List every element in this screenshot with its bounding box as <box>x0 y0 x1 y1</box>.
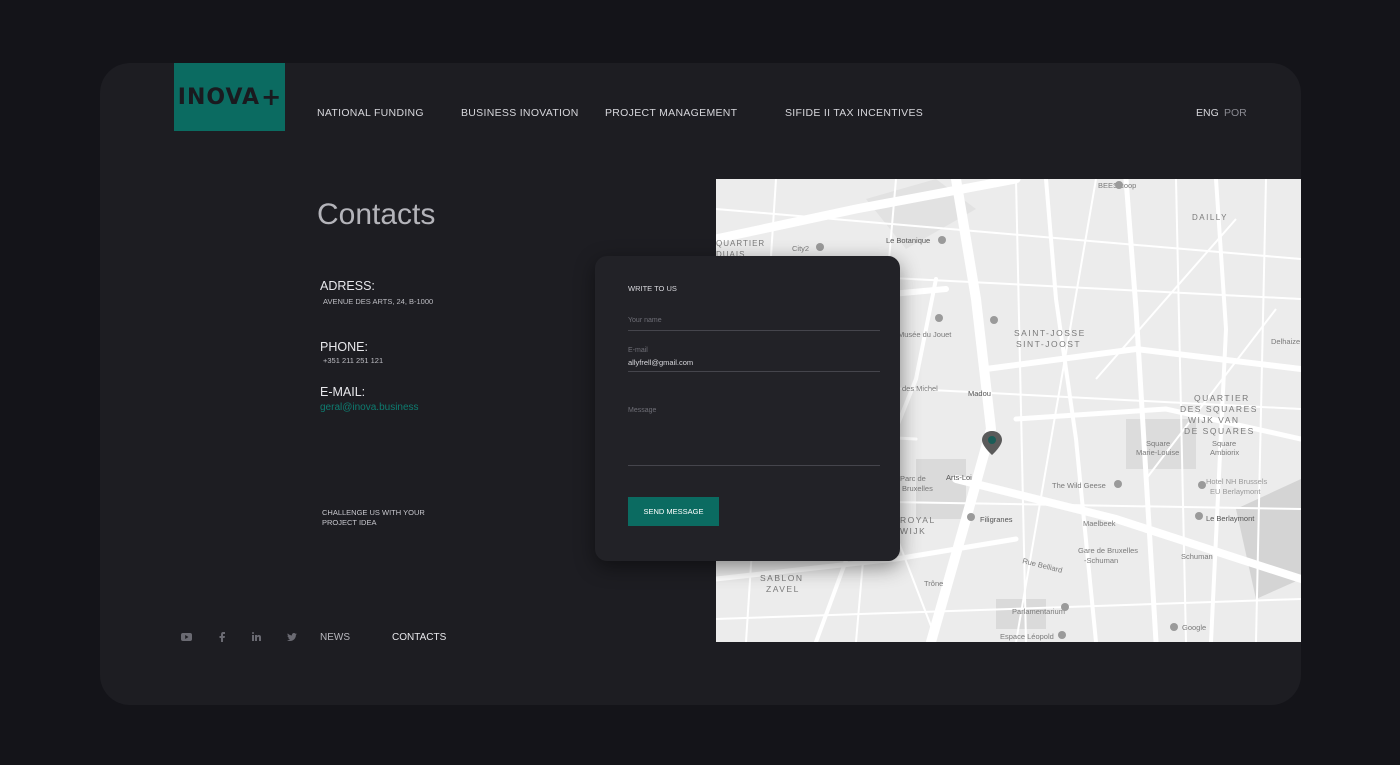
map-label: Musée du Jouet <box>898 330 952 339</box>
map-label: DES SQUARES <box>1180 404 1258 414</box>
challenge-text: CHALLENGE US WITH YOUR PROJECT IDEA <box>322 508 425 527</box>
map-label: Maelbeek <box>1083 519 1116 528</box>
map-label: Marie-Louise <box>1136 448 1179 457</box>
map-label: Square <box>1146 439 1170 448</box>
map-label: Espace Léopold <box>1000 632 1054 641</box>
email-field-value: allyfrell@gmail.com <box>628 358 694 367</box>
map-label: WIJK VAN <box>1188 415 1240 425</box>
map-label: QUARTIER <box>716 239 765 248</box>
name-field[interactable]: Your name <box>628 317 880 331</box>
map-label: Delhaize <box>1271 337 1300 346</box>
nav-project-management[interactable]: PROJECT MANAGEMENT <box>605 107 737 119</box>
map-label: Hotel NH Brussels <box>1206 477 1268 486</box>
map-label: ROYAL <box>900 515 936 525</box>
name-placeholder: Your name <box>628 317 662 324</box>
map-label: WIJK <box>900 526 926 536</box>
email-link[interactable]: geral@inova.business <box>320 402 419 413</box>
map-label: Google <box>1182 623 1206 632</box>
map-label: SABLON <box>760 573 804 583</box>
map-label: Filigranes <box>980 515 1013 524</box>
map-label: Arts-Loi <box>946 473 972 482</box>
phone-value: +351 211 251 121 <box>323 356 384 365</box>
footer-news-link[interactable]: NEWS <box>320 632 350 643</box>
map-label: SAINT-JOSSE <box>1014 328 1086 338</box>
map-label: Bruxelles <box>902 484 933 493</box>
map-label: Parc de <box>900 474 926 483</box>
map-label: QUARTIER <box>1194 393 1250 403</box>
phone-label: PHONE: <box>320 340 368 354</box>
map-label: City2 <box>792 244 809 253</box>
email-field-label: E-mail <box>628 347 648 354</box>
address-label: ADRESS: <box>320 279 375 293</box>
send-message-button[interactable]: SEND MESSAGE <box>628 497 719 526</box>
map-label: Parlamentarium <box>1012 607 1065 616</box>
address-value: AVENUE DES ARTS, 24, B-1000 <box>323 297 434 306</box>
footer-contacts-link[interactable]: CONTACTS <box>392 632 446 643</box>
map-label: Le Botanique <box>886 236 930 245</box>
email-label: E-MAIL: <box>320 385 366 399</box>
map-label: Madou <box>968 389 991 398</box>
map-label: des Michel <box>902 384 938 393</box>
linkedin-icon[interactable] <box>250 630 263 643</box>
nav-national-funding[interactable]: NATIONAL FUNDING <box>317 107 424 119</box>
nav-business-inovation[interactable]: BUSINESS INOVATION <box>461 107 579 119</box>
map-label: Gare de Bruxelles <box>1078 546 1138 555</box>
form-title: WRITE TO US <box>628 284 677 293</box>
page-frame: INOVA + NATIONAL FUNDING BUSINESS INOVAT… <box>100 63 1301 705</box>
map-label: Square <box>1212 439 1236 448</box>
map-label: Ambiorix <box>1210 448 1239 457</box>
map-label: Le Berlaymont <box>1206 514 1255 523</box>
map-label: DAILLY <box>1192 213 1228 222</box>
facebook-icon[interactable] <box>215 630 228 643</box>
map-label: Trône <box>924 579 943 588</box>
page-title: Contacts <box>317 198 436 231</box>
map-label: The Wild Geese <box>1052 481 1106 490</box>
logo-text: INOVA <box>177 84 261 110</box>
map-label: SINT-JOOST <box>1016 339 1081 349</box>
map-label: EU Berlaymont <box>1210 487 1261 496</box>
map-label: -Schuman <box>1084 556 1118 565</box>
map-label: Schuman <box>1181 552 1213 561</box>
twitter-icon[interactable] <box>285 630 298 643</box>
map-label: ZAVEL <box>766 584 800 594</box>
main-nav: NATIONAL FUNDING BUSINESS INOVATION PROJ… <box>100 107 1301 121</box>
map-label: DE SQUARES <box>1184 426 1255 436</box>
message-placeholder: Message <box>628 407 657 414</box>
message-field[interactable]: Message <box>628 407 880 466</box>
nav-sifide-tax-incentives[interactable]: SIFIDE II TAX INCENTIVES <box>785 107 923 119</box>
social-icons <box>180 630 298 643</box>
youtube-icon[interactable] <box>180 630 193 643</box>
contact-form-card: WRITE TO US Your name E-mail allyfrell@g… <box>595 256 900 561</box>
lang-por-toggle[interactable]: POR <box>1224 107 1247 119</box>
lang-eng-toggle[interactable]: ENG <box>1196 107 1219 119</box>
email-field[interactable]: E-mail allyfrell@gmail.com <box>628 347 880 372</box>
